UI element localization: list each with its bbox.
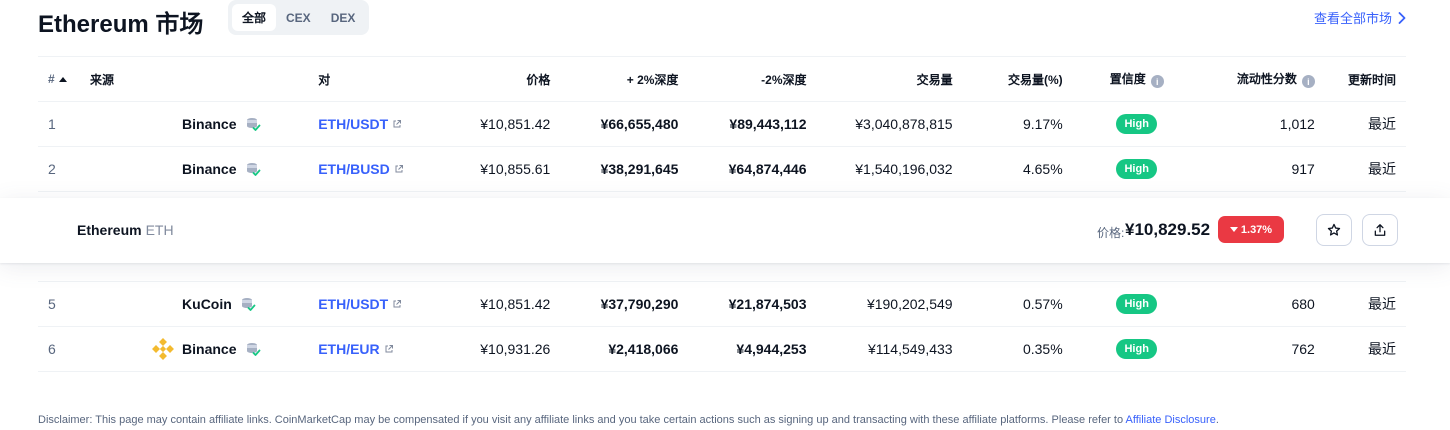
info-icon[interactable]: i (1150, 75, 1164, 89)
exchange-source[interactable]: Binance (90, 338, 318, 360)
price-cell: ¥10,855.61 (480, 161, 551, 177)
external-link-icon[interactable] (394, 164, 404, 174)
confidence-badge: High (1116, 294, 1157, 314)
exchange-name[interactable]: Binance (182, 341, 236, 357)
exchange-name[interactable]: Binance (182, 161, 236, 177)
table-row: 6 Binance ETH/EUR ¥10,931.26 ¥2,418,066 … (38, 327, 1406, 372)
price-cell: ¥10,851.42 (480, 116, 551, 132)
col-confidence[interactable]: 置信度 i (1063, 57, 1173, 102)
plus-depth-cell: ¥66,655,480 (600, 116, 679, 132)
markets-header: Ethereum 市场 全部 CEX DEX 查看全部市场 (38, 0, 1406, 38)
plus-depth-cell: ¥37,790,290 (600, 296, 679, 312)
col-source[interactable]: 来源 (90, 57, 318, 102)
liquidity-cell: 762 (1291, 341, 1315, 357)
minus-depth-cell: ¥64,874,446 (728, 161, 807, 177)
liquidity-cell: 1,012 (1279, 116, 1315, 132)
caret-down-icon (1229, 227, 1238, 232)
confidence-badge: High (1116, 159, 1157, 179)
price-cell: ¥10,851.42 (480, 296, 551, 312)
exchange-source[interactable]: Binance (90, 161, 318, 177)
table-row: 5 KuCoin ETH/USDT ¥10,851.42 ¥37,790,290… (38, 282, 1406, 327)
page-title: Ethereum 市场 (38, 11, 204, 38)
updated-cell: 最近 (1368, 341, 1396, 357)
confidence-badge: High (1116, 339, 1157, 359)
volume-pct-cell: 9.17% (1022, 116, 1063, 132)
price-cell: ¥10,931.26 (480, 341, 551, 357)
share-button[interactable] (1362, 214, 1398, 246)
volume-cell: ¥3,040,878,815 (855, 116, 953, 132)
price-change-value: 1.37% (1240, 223, 1273, 236)
affiliate-disclaimer: Disclaimer: This page may contain affili… (38, 414, 1219, 426)
volume-pct-cell: 0.57% (1022, 296, 1063, 312)
col-price[interactable]: 价格 (448, 57, 550, 102)
table-row: 2 Binance ETH/BUSD ¥10,855.61 ¥38,291,64… (38, 147, 1406, 192)
pair-link[interactable]: ETH/BUSD (318, 161, 390, 177)
info-icon[interactable]: i (1301, 75, 1315, 89)
market-type-filter: 全部 CEX DEX (228, 0, 370, 35)
exchange-name[interactable]: Binance (182, 116, 236, 132)
plus-depth-cell: ¥38,291,645 (600, 161, 679, 177)
minus-depth-cell: ¥89,443,112 (729, 116, 807, 132)
pair-link[interactable]: ETH/USDT (318, 116, 388, 132)
table-row: 1 Binance ETH/USDT ¥10,851.42 ¥66,655,48… (38, 102, 1406, 147)
affiliate-disclosure-link[interactable]: Affiliate Disclosure (1126, 414, 1216, 426)
binance-logo-icon (152, 338, 174, 360)
updated-cell: 最近 (1368, 296, 1396, 312)
verified-exchange-icon (246, 343, 260, 356)
external-link-icon[interactable] (392, 119, 402, 129)
price-change-badge: 1.37% (1218, 216, 1284, 243)
exchange-source[interactable]: KuCoin (90, 296, 318, 312)
sort-ascending-icon (58, 77, 67, 83)
view-all-label: 查看全部市场 (1313, 11, 1392, 26)
col-minus-depth[interactable]: -2%深度 (678, 57, 806, 102)
confidence-badge: High (1116, 114, 1157, 134)
minus-depth-cell: ¥21,874,503 (728, 296, 807, 312)
volume-pct-cell: 4.65% (1022, 161, 1063, 177)
row-rank: 2 (48, 161, 56, 177)
chevron-right-icon (1398, 11, 1406, 24)
updated-cell: 最近 (1368, 161, 1396, 177)
row-rank: 6 (48, 341, 56, 357)
updated-cell: 最近 (1368, 116, 1396, 132)
col-plus-depth[interactable]: + 2%深度 (550, 57, 679, 102)
minus-depth-cell: ¥4,944,253 (736, 341, 807, 357)
pair-link[interactable]: ETH/USDT (318, 296, 388, 312)
current-price: ¥10,829.52 (1125, 220, 1211, 239)
volume-cell: ¥1,540,196,032 (855, 161, 953, 177)
plus-depth-cell: ¥2,418,066 (608, 341, 679, 357)
liquidity-cell: 680 (1291, 296, 1315, 312)
sticky-price-bar: Ethereum ETH 价格: ¥10,829.52 1.37% (0, 198, 1450, 263)
volume-cell: ¥114,549,433 (867, 341, 953, 357)
view-all-markets-link[interactable]: 查看全部市场 (1314, 8, 1406, 27)
external-link-icon[interactable] (384, 344, 394, 354)
filter-tab-dex[interactable]: DEX (321, 4, 366, 31)
coin-name: Ethereum ETH (77, 222, 174, 238)
col-rank[interactable]: # (38, 57, 90, 102)
filter-tab-all[interactable]: 全部 (232, 4, 277, 31)
volume-pct-cell: 0.35% (1022, 341, 1063, 357)
liquidity-cell: 917 (1291, 161, 1315, 177)
price-label: 价格: (1097, 226, 1125, 240)
verified-exchange-icon (241, 298, 256, 311)
row-rank: 5 (48, 296, 56, 312)
col-volume[interactable]: 交易量 (807, 57, 953, 102)
share-icon (1374, 224, 1386, 236)
verified-exchange-icon (246, 163, 260, 176)
exchange-name[interactable]: KuCoin (182, 296, 232, 312)
filter-tab-cex[interactable]: CEX (276, 4, 321, 31)
coin-symbol: ETH (145, 222, 174, 238)
pair-link[interactable]: ETH/EUR (318, 341, 379, 357)
col-liquidity[interactable]: 流动性分数 i (1173, 57, 1315, 102)
star-icon (1327, 223, 1341, 236)
table-header-row: # 来源 对 价格 + 2%深度 -2%深度 交易量 交易量(%) 置信度 i 流… (38, 56, 1406, 102)
volume-cell: ¥190,202,549 (866, 296, 953, 312)
watchlist-star-button[interactable] (1316, 214, 1352, 246)
col-pair[interactable]: 对 (318, 57, 448, 102)
row-rank: 1 (48, 116, 56, 132)
exchange-source[interactable]: Binance (90, 116, 318, 132)
col-updated[interactable]: 更新时间 (1315, 57, 1406, 102)
verified-exchange-icon (246, 118, 260, 131)
col-volume-pct[interactable]: 交易量(%) (953, 57, 1063, 102)
external-link-icon[interactable] (392, 299, 402, 309)
